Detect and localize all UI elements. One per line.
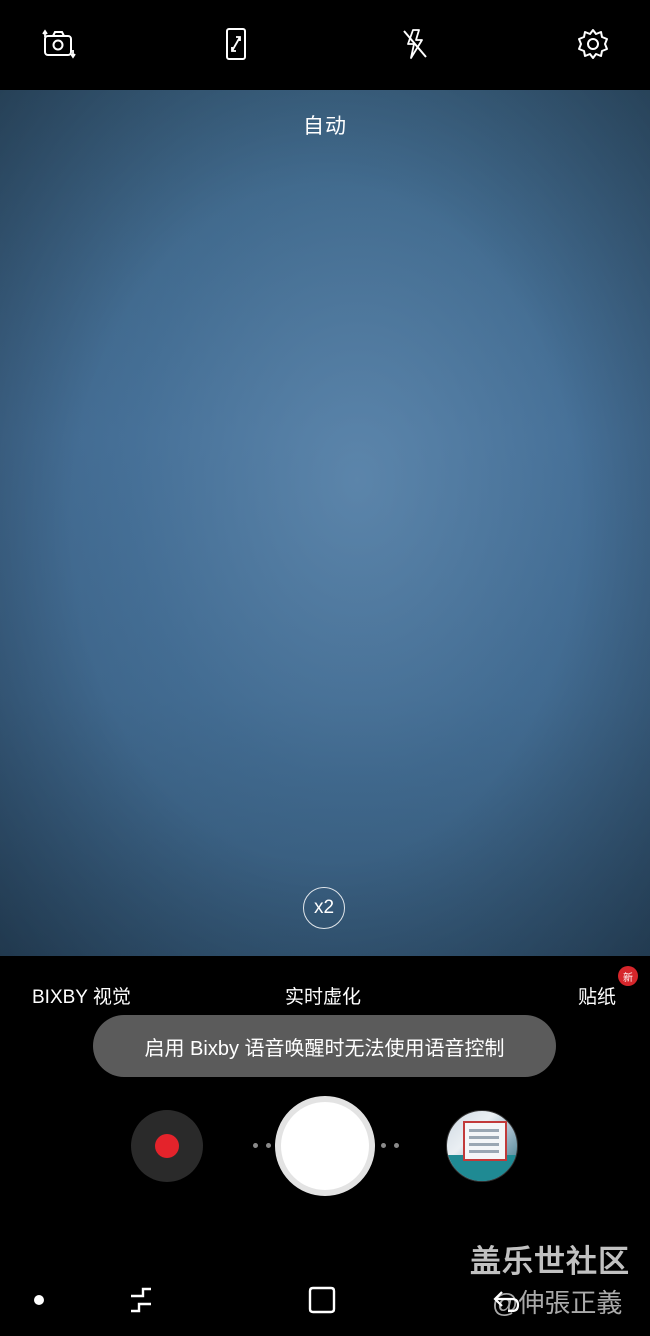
zoom-button[interactable]: x2 (303, 887, 345, 929)
recent-apps-icon[interactable] (125, 1284, 157, 1316)
aspect-ratio-icon[interactable] (218, 26, 254, 62)
shutter-inner (285, 1106, 365, 1186)
pager-dots-left (253, 1143, 271, 1148)
record-dot-icon (155, 1134, 179, 1158)
switch-camera-icon[interactable] (41, 26, 77, 62)
pager-dots-right (381, 1143, 399, 1148)
mode-stickers[interactable]: 贴纸 (578, 982, 616, 1009)
home-icon[interactable] (306, 1284, 338, 1316)
flash-off-icon[interactable] (397, 26, 433, 62)
system-nav-bar (0, 1266, 650, 1336)
mode-bixby-vision[interactable]: BIXBY 视觉 (32, 982, 131, 1009)
gallery-thumbnail[interactable] (446, 1110, 518, 1182)
nav-dot-icon (34, 1295, 44, 1305)
camera-viewfinder[interactable]: 自动 x2 (0, 90, 650, 956)
settings-icon[interactable] (575, 26, 611, 62)
mode-live-focus[interactable]: 实时虚化 (285, 982, 361, 1009)
shutter-button[interactable] (275, 1096, 375, 1196)
record-video-button[interactable] (131, 1110, 203, 1182)
new-badge: 新 (618, 966, 638, 986)
back-icon[interactable] (490, 1284, 522, 1316)
toast-message: 启用 Bixby 语音唤醒时无法使用语音控制 (93, 1015, 556, 1077)
camera-top-bar (0, 0, 650, 90)
mode-selector: BIXBY 视觉 实时虚化 贴纸 (0, 970, 650, 1020)
shooting-mode-label[interactable]: 自动 (0, 110, 650, 140)
